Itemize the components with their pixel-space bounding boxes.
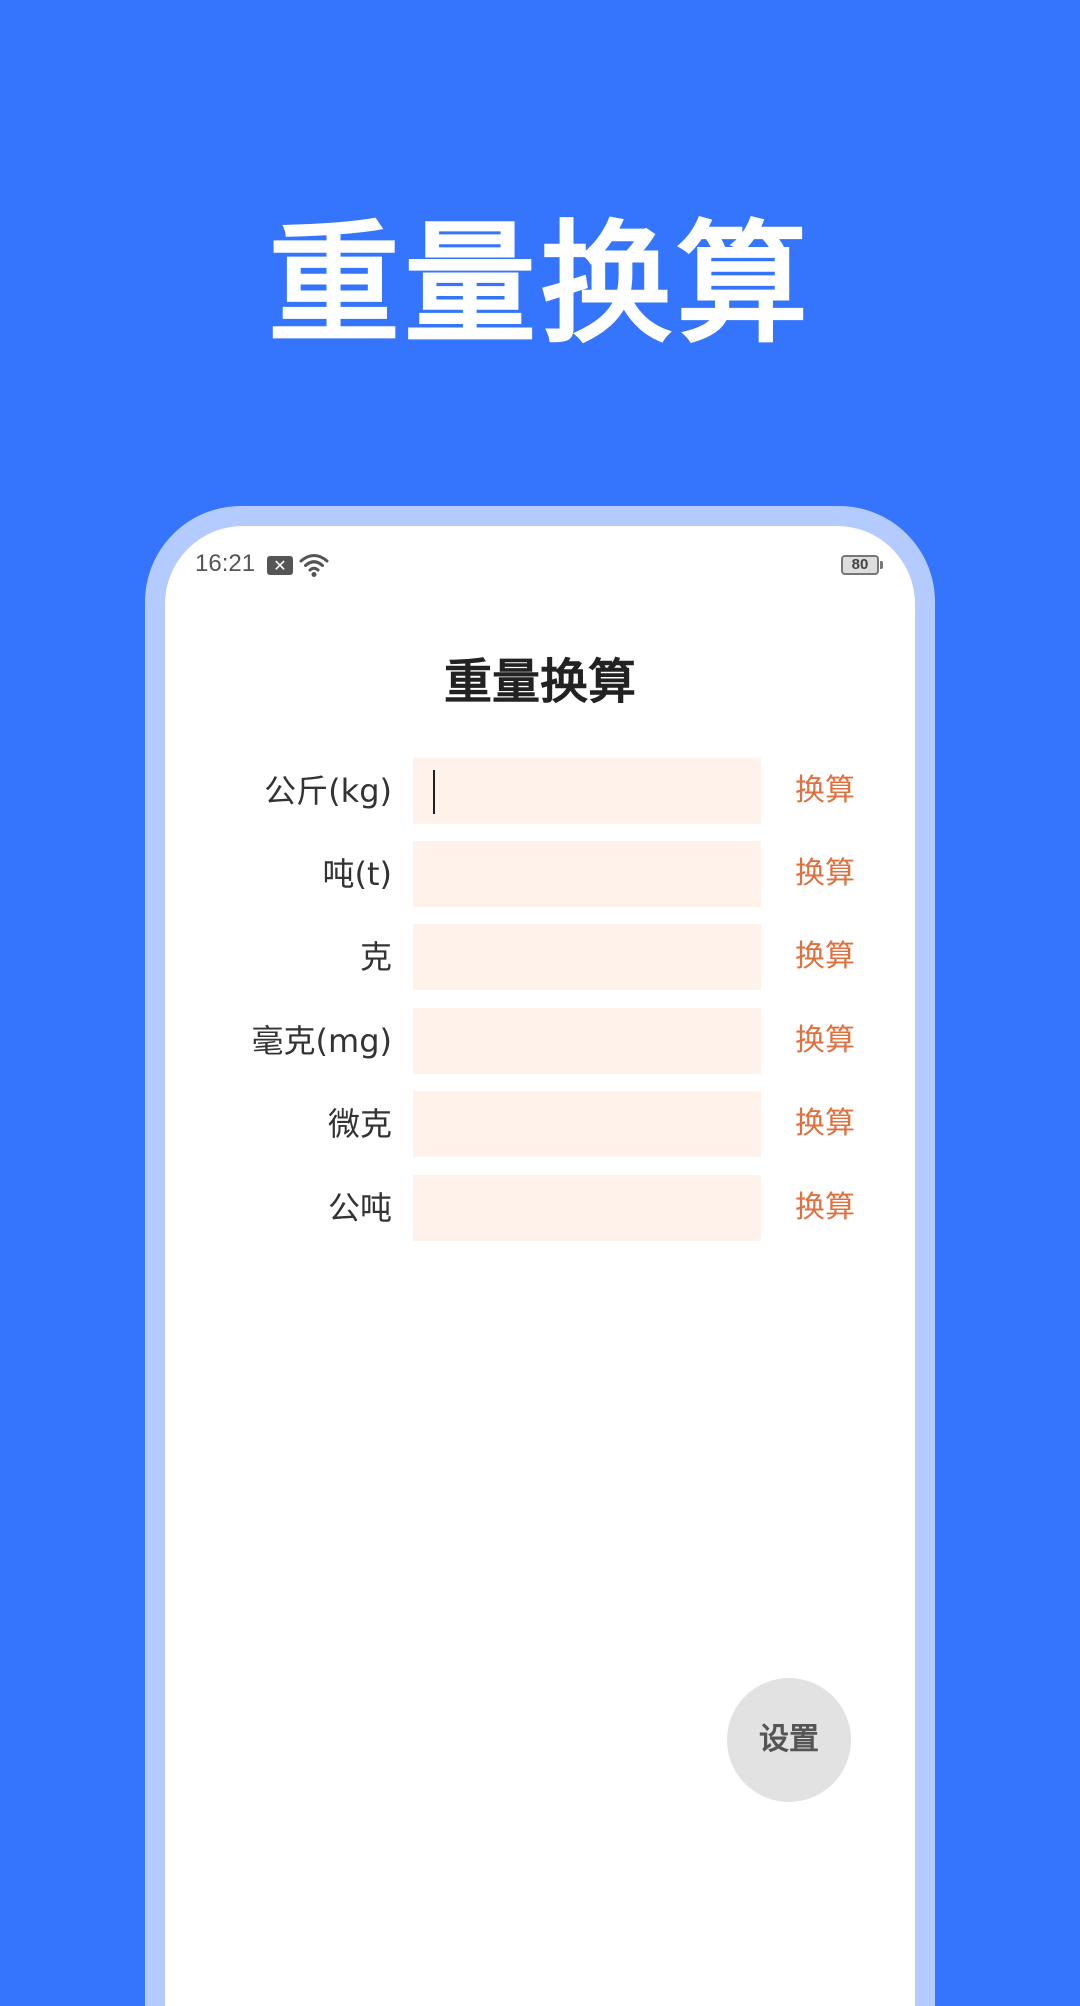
row-label: 克 (359, 938, 392, 976)
screen-title: 重量换算 (443, 654, 636, 710)
converter-row-microgram: 微克 换算 (165, 1091, 915, 1157)
battery-icon: 80 (841, 555, 879, 575)
converter-row-gram: 克 换算 (165, 924, 915, 990)
ton-input[interactable] (413, 841, 761, 907)
row-label: 公斤(kg) (264, 772, 392, 810)
kg-input[interactable] (413, 758, 761, 824)
converter-row-ton: 吨(t) 换算 (165, 841, 915, 907)
status-bar: 16:21 ✕ 80 (165, 526, 915, 606)
status-time: 16:21 (195, 550, 256, 577)
text-cursor (433, 770, 435, 814)
convert-button-gram[interactable]: 换算 (775, 924, 875, 990)
convert-button-ton[interactable]: 换算 (775, 841, 875, 907)
convert-button-kg[interactable]: 换算 (775, 758, 875, 824)
settings-button[interactable]: 设置 (727, 1678, 851, 1802)
metric-ton-input[interactable] (413, 1175, 761, 1241)
sim-error-icon: ✕ (267, 556, 293, 575)
convert-button-microgram[interactable]: 换算 (775, 1091, 875, 1157)
battery-tip (880, 561, 883, 569)
microgram-input[interactable] (413, 1091, 761, 1157)
convert-button-metric-ton[interactable]: 换算 (775, 1175, 875, 1241)
gram-input[interactable] (413, 924, 761, 990)
row-label: 毫克(mg) (251, 1022, 392, 1060)
mg-input[interactable] (413, 1008, 761, 1074)
converter-row-kg: 公斤(kg) 换算 (165, 758, 915, 824)
promo-title: 重量换算 (268, 208, 812, 362)
row-label: 吨(t) (322, 855, 392, 893)
row-label: 公吨 (327, 1189, 392, 1227)
converter-row-mg: 毫克(mg) 换算 (165, 1008, 915, 1074)
row-label: 微克 (327, 1105, 392, 1143)
convert-button-mg[interactable]: 换算 (775, 1008, 875, 1074)
phone-screen: 16:21 ✕ 80 重量换算 公斤(kg) 换算 吨(t) 换算 克 换算 毫… (165, 526, 915, 2006)
wifi-icon (299, 552, 329, 578)
converter-row-metric-ton: 公吨 换算 (165, 1175, 915, 1241)
